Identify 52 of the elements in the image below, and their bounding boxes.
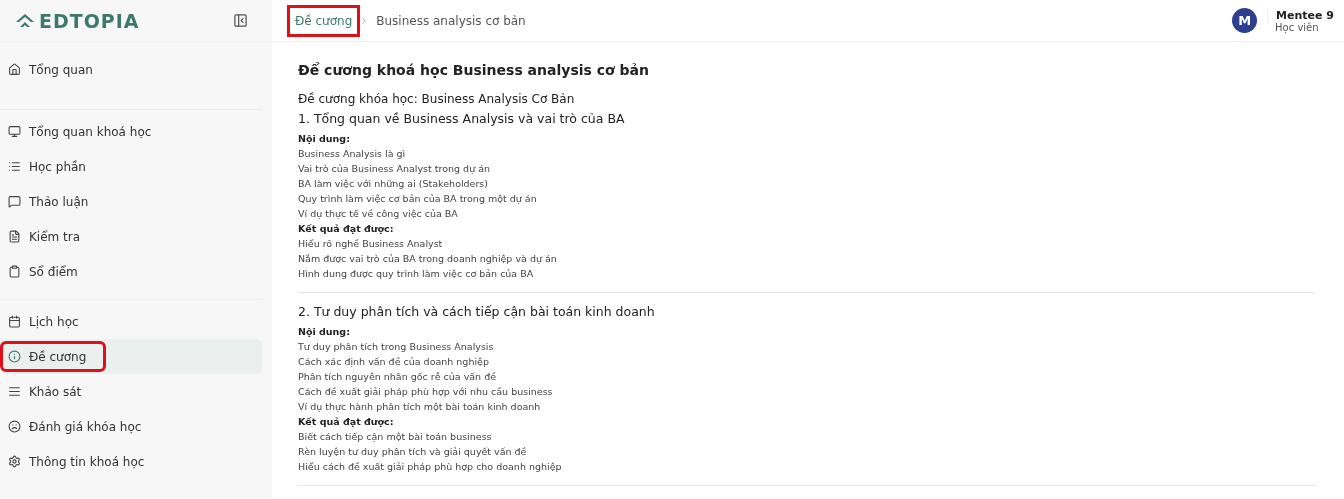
nav-item[interactable]: Thảo luận	[0, 186, 262, 217]
syllabus-line: Hình dung được quy trình làm việc cơ bản của BA	[298, 267, 535, 281]
syllabus-line: BA làm việc với những ai (Stakeholders)	[298, 177, 490, 191]
chat-bubble-icon	[8, 195, 21, 208]
group-label: Nội dung:	[298, 132, 351, 146]
syllabus-line: Rèn luyện tư duy phân tích và giải quyết vấn đề	[298, 445, 528, 459]
section-heading: 2. Tư duy phân tích và cách tiếp cận bài toán kinh doanh	[298, 304, 656, 319]
face-icon	[8, 420, 21, 433]
calendar-icon	[8, 315, 21, 328]
home-icon	[8, 63, 21, 76]
syllabus-line: Business Analysis là gì	[298, 147, 407, 161]
syllabus-line: Cách xác định vấn đề của doanh nghiệp	[298, 355, 490, 369]
nav-item[interactable]: Tổng quan	[0, 54, 262, 85]
breadcrumb-current: Business analysis cơ bản	[375, 12, 527, 30]
nav-item[interactable]: Đánh giá khóa học	[0, 411, 262, 442]
syllabus-line: Tư duy phân tích trong Business Analysis	[298, 340, 495, 354]
group-label: Kết quả đạt được:	[298, 415, 395, 429]
syllabus-line: Nắm được vai trò của BA trong doanh nghiệp và dự án	[298, 252, 558, 266]
collapse-sidebar-icon[interactable]	[233, 13, 248, 28]
syllabus-intro: Đề cương khóa học: Business Analysis Cơ Bản	[298, 92, 576, 106]
group-label: Nội dung:	[298, 325, 351, 339]
section-heading: 1. Tổng quan về Business Analysis và vai trò của BA	[298, 111, 626, 126]
syllabus-line: Hiểu rõ nghề Business Analyst	[298, 237, 444, 251]
nav-item[interactable]: Sổ điểm	[0, 256, 262, 287]
lines-icon	[8, 385, 21, 398]
page-title: Để cương khoá học Business analysis cơ bản	[298, 62, 650, 78]
info-icon	[8, 350, 21, 363]
nav-item[interactable]: Lịch học	[0, 306, 262, 337]
nav-item[interactable]: Thông tin khoá học	[0, 446, 262, 477]
user-role: Học viên	[1274, 21, 1320, 33]
nav-item[interactable]: Tổng quan khoá học	[0, 116, 262, 147]
logo: EDTOPIA	[14, 9, 140, 32]
syllabus-line: Ví dụ thực tế về công việc của BA	[298, 207, 459, 221]
monitor-icon	[8, 125, 21, 138]
syllabus-line: Phân tích nguyên nhân gốc rễ của vấn đề	[298, 370, 498, 384]
syllabus-line: Hiểu cách đề xuất giải pháp phù hợp cho doanh nghiệp	[298, 460, 563, 474]
nav-item[interactable]: Kiểm tra	[0, 221, 262, 252]
nav-item[interactable]: Khảo sát	[0, 376, 262, 407]
settings-icon	[8, 455, 21, 468]
group-label: Kết quả đạt được:	[298, 222, 395, 236]
syllabus-line: Quy trình làm việc cơ bản của BA trong một dự án	[298, 192, 538, 206]
syllabus-line: Vai trò của Business Analyst trong dự án	[298, 162, 491, 176]
avatar[interactable]: M	[1232, 8, 1258, 33]
breadcrumb-link[interactable]: Đề cương	[290, 7, 358, 34]
user-name: Mentee 9	[1267, 8, 1334, 22]
document-icon	[8, 230, 21, 243]
syllabus-line: Ví dụ thực hành phân tích một bài toán kinh doanh	[298, 400, 542, 414]
syllabus-line: Biết cách tiếp cận một bài toán business	[298, 430, 493, 444]
list-icon	[8, 160, 21, 173]
clipboard-icon	[8, 265, 21, 278]
nav-item[interactable]: Học phần	[0, 151, 262, 182]
syllabus-line: Cách đề xuất giải pháp phù hợp với nhu cầu business	[298, 385, 554, 399]
